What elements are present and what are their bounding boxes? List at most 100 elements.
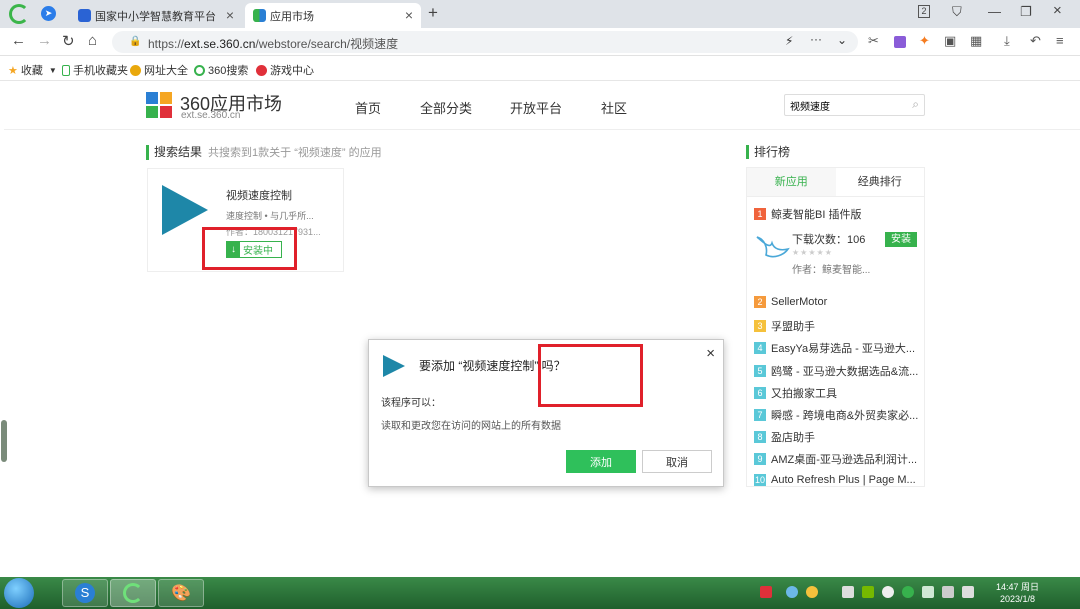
ranking-item-name: 盈店助手 [771,432,815,445]
ranking-item-1[interactable]: 1 鲸麦智能BI 插件版 [754,206,922,222]
ranking-item-7[interactable]: 7 瞬感 - 跨境电商&外贸卖家必... [754,407,922,423]
nav-home[interactable]: 首页 [355,98,381,117]
flash-icon[interactable]: ⚡ [785,34,793,48]
site-header: 360应用市场 ext.se.360.cn 首页 全部分类 开放平台 社区 ⌕ [4,82,1080,130]
app-market-logo-icon[interactable] [146,92,174,120]
sogou-ime-icon[interactable] [760,586,772,598]
highlight-box-add [538,344,643,407]
restore-icon[interactable]: ❐ [1020,4,1032,20]
bluetooth-icon[interactable] [922,586,934,598]
nav-community[interactable]: 社区 [601,98,627,117]
back-icon[interactable]: ← [11,32,26,49]
app-title[interactable]: 视频速度控制 [226,187,292,203]
tab-app-market[interactable]: 应用市场 × [245,3,421,28]
ranking-item-name: 鸥鹭 - 亚马逊大数据选品&流... [771,365,919,378]
network-icon[interactable] [942,586,954,598]
directory-icon [130,64,141,76]
scrollbar-handle[interactable] [1,420,7,462]
minimize-icon[interactable]: — [988,4,1001,19]
windows-taskbar: S 🎨 14:47 周日 2023/1/8 [0,577,1080,609]
search-results-heading: 搜索结果 共搜索到1款关于 “视频速度” 的应用 [146,145,382,160]
ime-mode-icon[interactable] [806,586,818,598]
send-icon[interactable]: ➤ [41,6,56,21]
cancel-button[interactable]: 取消 [642,450,712,473]
install-button[interactable]: 安装 [885,232,917,247]
reload-icon[interactable]: ↻ [62,32,75,50]
bookmark-mobile[interactable]: 手机收藏夹 [62,62,128,78]
ranking-item-name: 瞬感 - 跨境电商&外贸卖家必... [771,410,919,422]
home-icon[interactable]: ⌂ [88,32,97,49]
webstore-page: 360应用市场 ext.se.360.cn 首页 全部分类 开放平台 社区 ⌕ … [4,82,1080,576]
menu-icon[interactable]: ≡ [1056,33,1064,48]
nav-open-platform[interactable]: 开放平台 [510,98,562,117]
taskbar-paint-app[interactable]: 🎨 [158,579,204,607]
bookmark-favorites[interactable]: ★ 收藏 ▼ [8,62,57,78]
search-results-summary: 共搜索到1款关于 “视频速度” 的应用 [208,147,382,159]
rank-number-badge: 5 [754,364,766,377]
site-search-input[interactable] [785,95,895,115]
forward-icon[interactable]: → [37,32,52,49]
ranking-item-3[interactable]: 3 孚盟助手 [754,318,922,334]
ranking-item-name: EasyYa易芽选品 - 亚马逊大... [771,343,916,356]
bookmark-game-center[interactable]: 游戏中心 [256,62,314,78]
system-clock[interactable]: 14:47 周日 2023/1/8 [996,581,1039,605]
cloud-icon[interactable] [786,586,798,598]
tab-new-apps[interactable]: 新应用 [747,168,836,196]
bookmark-360-search[interactable]: 360搜索 [194,62,248,78]
volume-icon[interactable] [842,586,854,598]
search-360-icon [194,64,205,76]
extension-purple-icon[interactable] [894,36,906,48]
tab-title: 国家中小学智慧教育平台 [95,10,216,23]
apps-grid-icon[interactable]: ▦ [970,33,982,49]
close-icon[interactable]: × [226,7,234,23]
ranking-item-2[interactable]: 2 SellerMotor [754,296,922,308]
undo-icon[interactable]: ↶ [1030,33,1041,49]
ranking-item-8[interactable]: 8 盈店助手 [754,429,922,445]
ranking-item-9[interactable]: 9 AMZ桌面-亚马逊选品利润计... [754,451,922,467]
tab-education-platform[interactable]: 国家中小学智慧教育平台 × [72,3,242,28]
browser-logo-icon[interactable] [9,4,29,24]
ranking-item-name: AMZ桌面-亚马逊选品利润计... [771,454,918,467]
rank-number-badge: 1 [754,208,766,220]
featured-app[interactable]: 下载次数：106 ★★★★★ 作者：鲸麦智能... 安装 [754,229,922,279]
nvidia-icon[interactable] [862,586,874,598]
chevron-down-icon[interactable]: ▼ [49,66,57,75]
rank-number-badge: 6 [754,386,766,399]
download-icon[interactable]: ⤓ [1004,33,1010,49]
chevron-down-icon[interactable]: ⌄ [837,33,847,47]
close-window-icon[interactable]: × [1053,2,1062,19]
ranking-item-10[interactable]: 10 Auto Refresh Plus | Page M... [754,473,922,486]
extension-orange-icon[interactable]: ✦ [919,33,930,49]
site-security-icon[interactable]: 🔒 [129,36,141,47]
scissors-icon[interactable]: ✂ [868,33,879,49]
tab-classic-ranking[interactable]: 经典排行 [836,168,925,196]
site-logo-subtitle: ext.se.360.cn [181,110,241,121]
ranking-item-4[interactable]: 4 EasyYa易芽选品 - 亚马逊大... [754,340,922,356]
taskbar-sogou-app[interactable]: S [62,579,108,607]
search-icon[interactable]: ⌕ [912,97,919,112]
360-guard-icon[interactable] [902,586,914,598]
new-tab-icon[interactable]: + [428,3,438,23]
bookmark-site-directory[interactable]: 网址大全 [130,62,188,78]
rank-number-badge: 9 [754,453,766,466]
speaker-icon[interactable] [962,586,974,598]
add-button[interactable]: 添加 [566,450,636,473]
windows-start-icon[interactable] [4,578,34,608]
phone-icon [62,64,70,76]
download-count: 下载次数：106 [792,234,866,246]
sync-icon[interactable] [882,586,894,598]
sogou-icon: S [75,583,95,603]
close-icon[interactable]: × [706,345,715,362]
ranking-item-6[interactable]: 6 又拍搬家工具 [754,385,922,401]
app-market-favicon-icon [253,9,266,22]
more-icon[interactable]: ··· [810,32,822,46]
nav-all-categories[interactable]: 全部分类 [420,98,472,117]
url-field[interactable]: 🔒 https://ext.se.360.cn/webstore/search/… [112,31,858,53]
shirt-icon[interactable]: ⛉ [952,4,962,20]
close-icon[interactable]: × [405,7,413,23]
clock-date: 2023/1/8 [999,594,1036,604]
taskbar-browser-app[interactable] [110,579,156,607]
screen-icon[interactable]: ▣ [944,33,956,49]
tab-count-badge[interactable]: 2 [918,5,930,18]
ranking-item-5[interactable]: 5 鸥鹭 - 亚马逊大数据选品&流... [754,363,922,379]
